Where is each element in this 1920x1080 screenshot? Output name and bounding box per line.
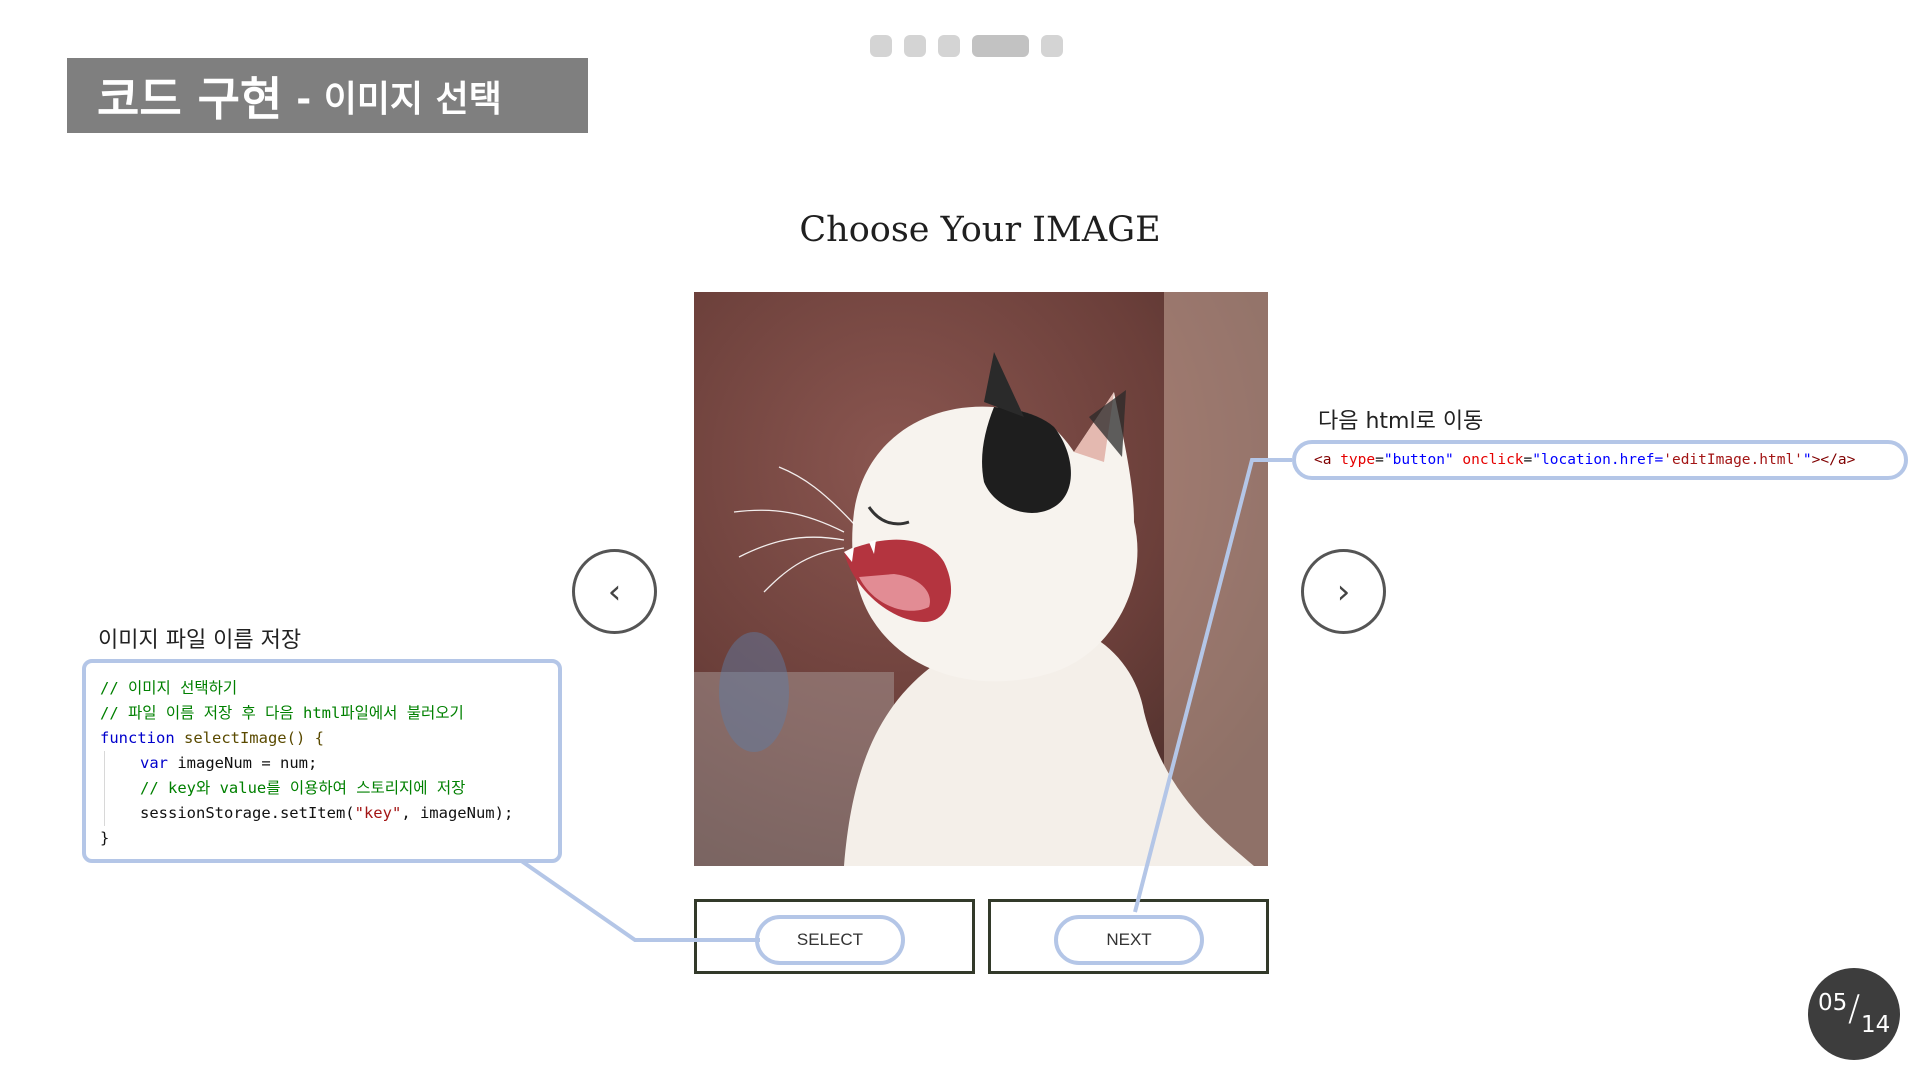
code-value: "location.href= [1532, 452, 1664, 468]
code-attr: onclick [1453, 452, 1524, 468]
slide-title-main: 코드 구현 [97, 71, 283, 126]
page-separator: / [1848, 988, 1861, 1029]
code-line: sessionStorage.setItem("key", imageNum); [104, 801, 558, 826]
page-current: 05 [1818, 990, 1848, 1016]
code-line: function selectImage() { [100, 726, 558, 751]
code-line: var imageNum = num; [104, 751, 558, 776]
code-snippet-next: <a type = "button" onclick = "location.href=… [1292, 440, 1908, 480]
prev-image-button[interactable]: ‹ [572, 549, 657, 634]
code-line: // key와 value를 이용하여 스토리지에 저장 [104, 776, 558, 801]
page-heading: Choose Your IMAGE [799, 210, 1161, 250]
select-button-label: SELECT [755, 915, 905, 965]
code-value: "button" [1383, 452, 1454, 468]
code-text: , imageNum); [401, 804, 514, 822]
code-text: = [1375, 452, 1384, 468]
code-snippet-select: // 이미지 선택하기 // 파일 이름 저장 후 다음 html파일에서 불러… [82, 659, 562, 863]
slide-title: 코드 구현 - 이미지 선택 [67, 58, 588, 133]
code-tag: ></a> [1811, 452, 1856, 468]
progress-dot [938, 35, 960, 57]
code-text: imageNum = num; [168, 754, 318, 772]
code-text: selectImage() { [174, 729, 324, 747]
chevron-left-icon: ‹ [607, 571, 622, 612]
code-string: "key" [354, 804, 402, 822]
code-text: sessionStorage.setItem( [140, 804, 355, 822]
page-total: 14 [1861, 1012, 1891, 1038]
code-tag: <a [1314, 452, 1332, 468]
code-text: = [1523, 452, 1533, 468]
progress-dot-active [972, 35, 1029, 57]
code-line: // 이미지 선택하기 [100, 679, 238, 697]
code-keyword: var [140, 754, 168, 772]
code-string: 'editImage.html' [1663, 452, 1803, 468]
annotation-label-next: 다음 html로 이동 [1318, 409, 1484, 434]
page-number-badge: 05 / 14 [1808, 968, 1900, 1060]
next-button[interactable]: NEXT [988, 899, 1269, 974]
code-attr: type [1331, 452, 1376, 468]
yawning-cat-photo[interactable] [694, 292, 1268, 866]
annotation-label-save: 이미지 파일 이름 저장 [98, 628, 302, 653]
progress-dots [870, 35, 1063, 57]
code-keyword: function [100, 729, 175, 747]
next-button-label: NEXT [1054, 915, 1204, 965]
code-line: } [100, 829, 110, 847]
slide-title-sub: - 이미지 선택 [296, 78, 502, 120]
chevron-right-icon: › [1336, 571, 1351, 612]
code-line: // 파일 이름 저장 후 다음 html파일에서 불러오기 [100, 704, 464, 722]
progress-dot [904, 35, 926, 57]
progress-dot [870, 35, 892, 57]
next-image-button[interactable]: › [1301, 549, 1386, 634]
cat-illustration [694, 292, 1268, 866]
select-button[interactable]: SELECT [694, 899, 975, 974]
code-value: " [1802, 452, 1812, 468]
progress-dot [1041, 35, 1063, 57]
